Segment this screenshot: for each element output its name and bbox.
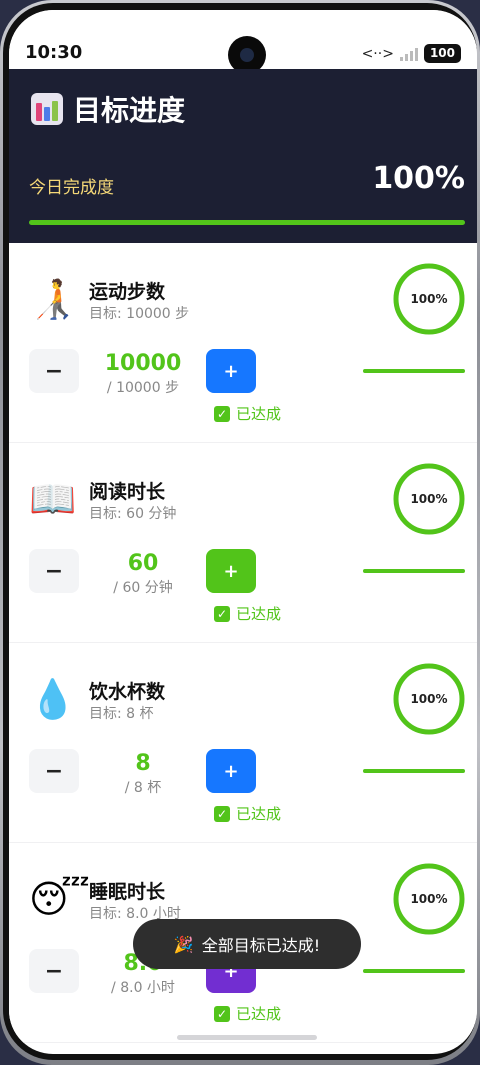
goal-progress-fill xyxy=(363,369,465,373)
open-book-icon: 📖 xyxy=(29,477,77,521)
check-icon: ✓ xyxy=(214,805,230,822)
status-time: 10:30 xyxy=(25,42,83,63)
signal-icon xyxy=(399,47,418,61)
check-icon: ✓ xyxy=(214,605,230,622)
goal-target: 目标: 8 杯 xyxy=(89,706,154,722)
home-indicator[interactable] xyxy=(177,1035,317,1040)
sleeping-face-icon: 😴 xyxy=(29,877,90,921)
goal-card-reading: 📖 阅读时长 目标: 60 分钟 100% − 60 / 60 分钟 + ✓ 已… xyxy=(9,443,477,643)
data-transfer-icon: <··> xyxy=(361,45,394,62)
screen: 10:30 <··> 100 目标进度 xyxy=(9,10,477,1054)
battery-icon: 100 xyxy=(423,44,461,63)
party-popper-icon: 🎉 xyxy=(173,934,194,954)
goal-progress-bar xyxy=(363,969,465,973)
progress-ring-label: 100% xyxy=(410,692,448,706)
status-icons: <··> 100 xyxy=(362,44,461,63)
target-unit: / 8.0 小时 xyxy=(111,980,175,996)
goal-progress-fill xyxy=(363,569,465,573)
decrement-button[interactable]: − xyxy=(29,749,79,793)
current-value: 8 xyxy=(135,751,151,776)
check-icon: ✓ xyxy=(214,1005,230,1022)
goal-progress-bar xyxy=(363,569,465,573)
decrement-button[interactable]: − xyxy=(29,549,79,593)
page-title: 目标进度 xyxy=(31,89,185,129)
progress-ring-label: 100% xyxy=(410,492,448,506)
goal-progress-bar xyxy=(363,369,465,373)
target-unit: / 60 分钟 xyxy=(113,580,173,596)
water-drop-icon: 💧 xyxy=(29,677,77,721)
achieved-badge: ✓ 已达成 xyxy=(214,1003,281,1024)
page-title-text: 目标进度 xyxy=(73,94,186,127)
today-progress-fill xyxy=(29,220,465,225)
goal-card-water: 💧 饮水杯数 目标: 8 杯 100% − 8 / 8 杯 + ✓ 已达成 xyxy=(9,643,477,843)
today-completion-label: 今日完成度 xyxy=(29,178,114,198)
phone-bezel: 10:30 <··> 100 目标进度 xyxy=(3,3,477,1060)
achieved-badge: ✓ 已达成 xyxy=(214,603,281,624)
status-bar: 10:30 <··> 100 xyxy=(9,10,477,74)
goal-target: 目标: 60 分钟 xyxy=(89,506,177,522)
decrement-button[interactable]: − xyxy=(29,949,79,993)
goal-target: 目标: 10000 步 xyxy=(89,306,190,322)
current-value: 60 xyxy=(127,551,159,576)
today-completion-percent: 100% xyxy=(372,161,465,196)
progress-header: 目标进度 今日完成度 100% xyxy=(9,69,477,243)
progress-ring-label: 100% xyxy=(410,892,448,906)
achieved-badge: ✓ 已达成 xyxy=(214,403,281,424)
check-icon: ✓ xyxy=(214,405,230,422)
goal-progress-bar xyxy=(363,769,465,773)
toast-message: 🎉 全部目标已达成! xyxy=(133,919,361,969)
toast-text: 全部目标已达成! xyxy=(201,936,321,955)
achieved-label: 已达成 xyxy=(236,405,282,423)
achieved-label: 已达成 xyxy=(236,1005,282,1023)
goal-progress-fill xyxy=(363,969,465,973)
goal-progress-fill xyxy=(363,769,465,773)
goal-name: 阅读时长 xyxy=(89,481,166,503)
increment-button[interactable]: + xyxy=(206,549,256,593)
goal-card-steps: 🧑‍🦯 运动步数 目标: 10000 步 100% − 10000 / 1000… xyxy=(9,243,477,443)
current-value: 10000 xyxy=(104,351,182,376)
achieved-badge: ✓ 已达成 xyxy=(214,803,281,824)
goal-name: 睡眠时长 xyxy=(89,881,166,903)
bar-chart-icon xyxy=(31,93,63,125)
phone-frame: 10:30 <··> 100 目标进度 xyxy=(0,0,480,1065)
target-unit: / 10000 步 xyxy=(106,380,180,396)
achieved-label: 已达成 xyxy=(236,805,282,823)
increment-button[interactable]: + xyxy=(206,349,256,393)
increment-button[interactable]: + xyxy=(206,749,256,793)
progress-ring-label: 100% xyxy=(410,292,448,306)
goal-name: 运动步数 xyxy=(89,281,166,303)
today-progress-bar xyxy=(29,220,465,225)
achieved-label: 已达成 xyxy=(236,605,282,623)
target-unit: / 8 杯 xyxy=(124,780,162,796)
decrement-button[interactable]: − xyxy=(29,349,79,393)
walking-person-icon: 🧑‍🦯 xyxy=(29,277,77,321)
goal-name: 饮水杯数 xyxy=(89,681,166,703)
